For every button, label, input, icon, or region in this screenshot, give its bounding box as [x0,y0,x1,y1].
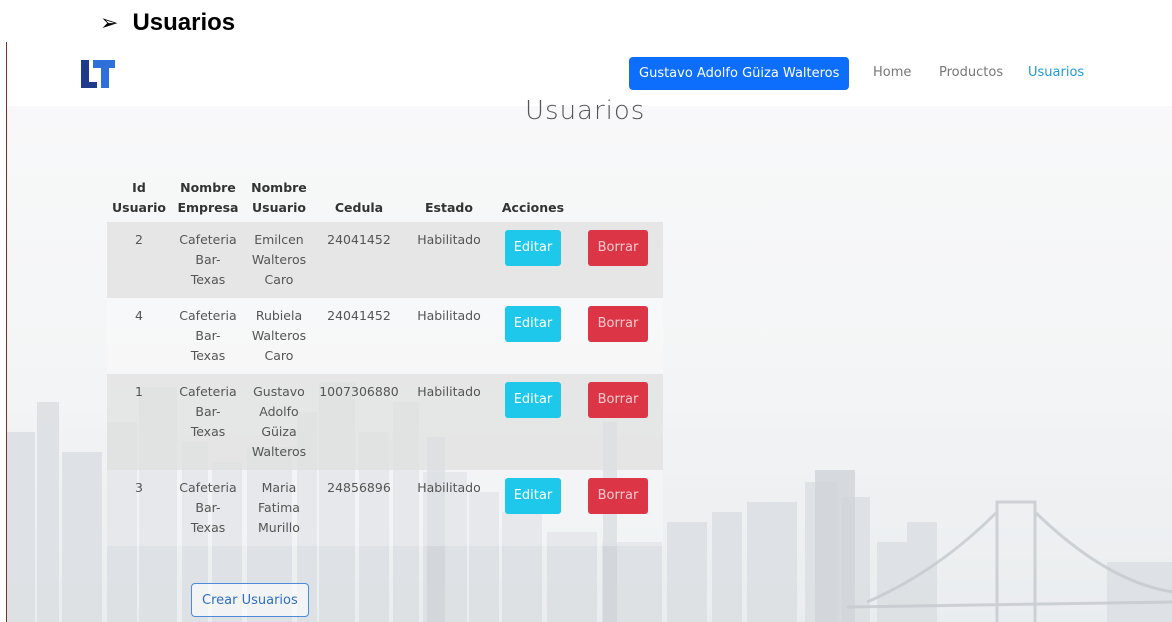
cell-empresa: Cafeteria Bar- Texas [170,470,245,546]
nav-link-home[interactable]: Home [873,65,911,80]
table-header-row: Id Usuario Nombre Empresa Nombre Usuario Ce… [107,174,663,222]
cell-id: 3 [107,470,171,546]
table-row: 1 Cafeteria Bar- Texas Gustavo Adolfo Güiza W… [107,374,663,470]
cell-estado: Habilitado [404,470,493,546]
cell-id: 2 [107,222,171,298]
cell-estado: Habilitado [404,222,493,298]
cell-estado: Habilitado [404,298,493,374]
header-nombre-empresa: Nombre Empresa [177,180,239,215]
cell-edit: Editar [492,470,573,546]
cell-delete: Borrar [572,470,663,546]
cell-empresa: Cafeteria Bar- Texas [170,222,245,298]
cell-empresa: Cafeteria Bar- Texas [170,298,245,374]
table-row: 2 Cafeteria Bar- Texas Emilcen Walteros Caro… [107,222,663,298]
cell-delete: Borrar [572,374,663,470]
page-title: Usuarios [525,96,646,126]
cell-nombre: Rubiela Walteros Caro [244,298,313,374]
users-table: Id Usuario Nombre Empresa Nombre Usuario Ce… [107,174,663,546]
brand-logo-icon[interactable] [79,58,117,90]
cell-estado: Habilitado [404,374,493,470]
cell-edit: Editar [492,374,573,470]
header-acciones: Acciones [501,200,565,215]
header-empty [573,174,663,222]
cell-cedula: 24856896 [312,470,405,546]
header-estado: Estado [425,200,473,215]
create-users-button[interactable]: Crear Usuarios [191,583,309,617]
delete-button[interactable]: Borrar [587,382,649,418]
delete-button[interactable]: Borrar [587,306,649,342]
nav-link-usuarios[interactable]: Usuarios [1028,65,1084,80]
cell-id: 1 [107,374,171,470]
edit-button[interactable]: Editar [504,306,562,342]
document-heading-text: Usuarios [132,9,236,36]
header-nombre-usuario: Nombre Usuario [251,180,307,215]
cell-delete: Borrar [572,298,663,374]
edit-button[interactable]: Editar [504,382,562,418]
header-cedula: Cedula [334,200,384,215]
cell-empresa: Cafeteria Bar- Texas [170,374,245,470]
cell-edit: Editar [492,222,573,298]
cell-id: 4 [107,298,171,374]
cell-cedula: 1007306880 [312,374,405,470]
edit-button[interactable]: Editar [504,478,562,514]
delete-button[interactable]: Borrar [587,478,649,514]
cell-nombre: Maria Fatima Murillo [244,470,313,546]
cell-cedula: 24041452 [312,222,405,298]
delete-button[interactable]: Borrar [587,230,649,266]
table-row: 4 Cafeteria Bar- Texas Rubiela Walteros Caro… [107,298,663,374]
arrow-bullet-icon: ➢ [100,10,119,35]
header-id-usuario: Id Usuario [112,180,166,215]
user-account-button[interactable]: Gustavo Adolfo Güiza Walteros [629,57,850,90]
cell-edit: Editar [492,298,573,374]
cell-delete: Borrar [572,222,663,298]
table-row: 3 Cafeteria Bar- Texas Maria Fatima Murillo … [107,470,663,546]
document-heading: ➢ Usuarios [100,6,235,40]
nav-link-productos[interactable]: Productos [939,65,1003,80]
cell-nombre: Gustavo Adolfo Güiza Walteros [244,374,313,470]
screenshot-frame: Gustavo Adolfo Güiza Walteros Home Produ… [6,42,1172,622]
edit-button[interactable]: Editar [504,230,562,266]
cell-nombre: Emilcen Walteros Caro [244,222,313,298]
cell-cedula: 24041452 [312,298,405,374]
